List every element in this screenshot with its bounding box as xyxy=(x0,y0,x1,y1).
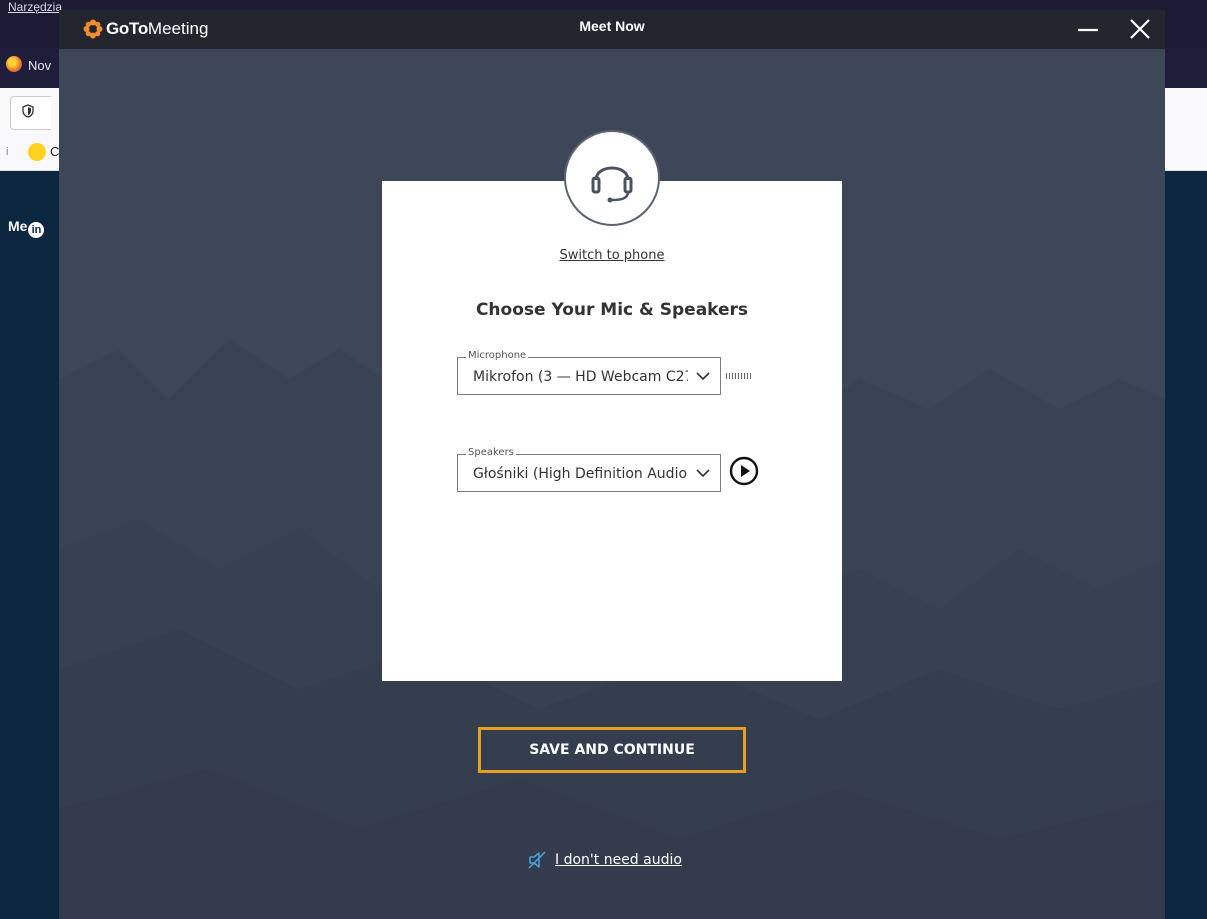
window-title: Meet Now xyxy=(579,18,645,34)
bookmark-icon[interactable] xyxy=(28,143,46,161)
chevron-down-icon xyxy=(696,469,710,478)
site-logo-badge: in xyxy=(28,222,45,238)
speaker-muted-icon xyxy=(528,851,546,869)
speakers-select[interactable]: Speakers Głośniki (High Definition Audio… xyxy=(457,447,721,492)
speakers-label: Speakers xyxy=(466,447,516,458)
window-titlebar[interactable]: GoTo Meeting Meet Now xyxy=(59,10,1165,49)
site-logo-text: Me xyxy=(8,218,28,234)
browser-menu-item[interactable]: Narzędzia xyxy=(8,0,62,14)
no-audio-link[interactable]: I don't need audio xyxy=(527,850,682,870)
switch-to-phone-link[interactable]: Switch to phone xyxy=(382,248,842,263)
save-and-continue-button[interactable]: SAVE AND CONTINUE xyxy=(478,727,746,773)
headset-badge xyxy=(564,130,660,226)
no-audio-label: I don't need audio xyxy=(555,852,682,868)
firefox-icon xyxy=(6,56,22,72)
chevron-down-icon xyxy=(696,372,710,381)
bookmark-separator: i xyxy=(6,146,9,158)
browser-tab-title[interactable]: Nov xyxy=(28,58,51,73)
gotomeeting-window: GoTo Meeting Meet Now Switch to phone Cho… xyxy=(59,10,1165,919)
headset-icon xyxy=(591,166,633,203)
microphone-select[interactable]: Microphone Mikrofon (3 — HD Webcam C270) xyxy=(457,350,721,395)
close-icon[interactable] xyxy=(1125,14,1155,44)
microphone-value: Mikrofon (3 — HD Webcam C270) xyxy=(473,369,688,385)
dialog-heading: Choose Your Mic & Speakers xyxy=(475,300,749,320)
shield-icon xyxy=(22,104,34,118)
mic-level-meter xyxy=(726,373,752,379)
microphone-label: Microphone xyxy=(466,350,529,361)
speakers-value: Głośniki (High Definition Audio) xyxy=(473,466,688,482)
play-test-sound-icon[interactable] xyxy=(729,456,759,486)
minimize-icon[interactable] xyxy=(1073,14,1103,44)
site-logo[interactable]: Me in xyxy=(8,218,45,238)
bookmark-label[interactable]: C xyxy=(50,144,59,159)
